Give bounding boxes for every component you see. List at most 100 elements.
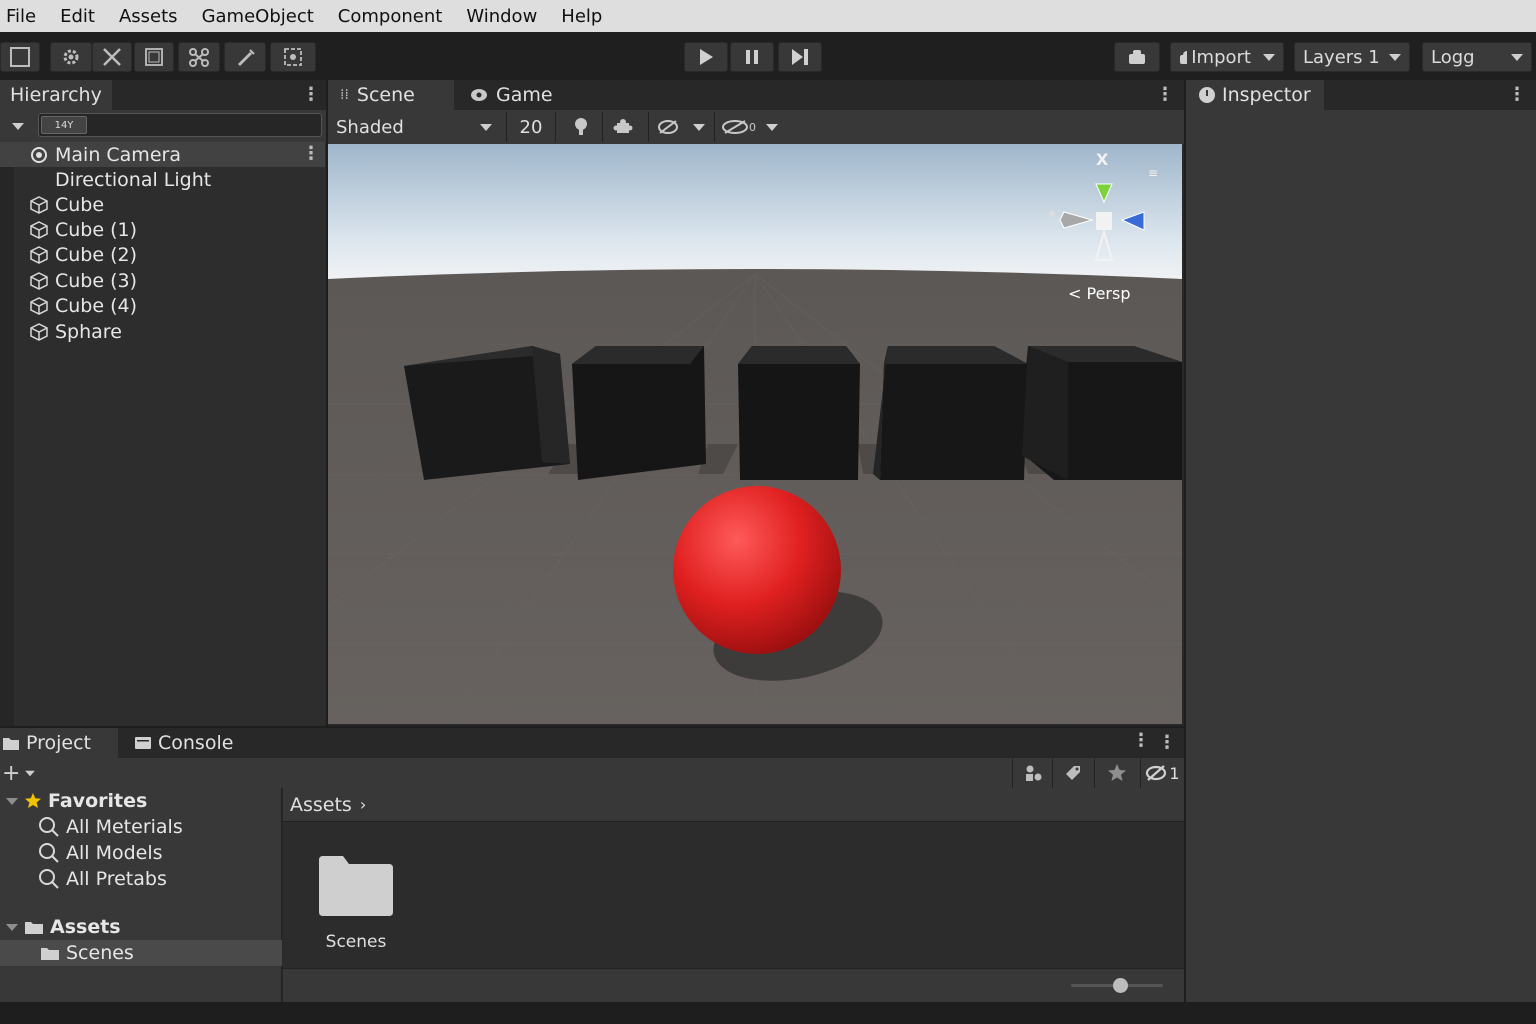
menu-file[interactable]: File [0,6,48,27]
status-bar [0,1002,1536,1024]
hierarchy-tab-label: Hierarchy [10,84,102,106]
hierarchy-item-label: Main Camera [55,143,181,166]
menu-assets[interactable]: Assets [107,6,190,27]
hierarchy-item-label: Directional Light [55,168,212,191]
more-options-icon[interactable]: ⋮ [1132,732,1150,750]
favorites-label: Favorites [48,790,148,812]
chevron-right-icon: › [359,795,367,814]
favorites-row[interactable]: Favorites [0,788,282,814]
settings-tool-button[interactable] [50,42,92,72]
scenes-folder-row[interactable]: Scenes [0,940,282,966]
grid-size-field[interactable]: 20 [506,112,556,142]
hierarchy-item-label: Cube (2) [55,243,138,266]
tab-hierarchy[interactable]: Hierarchy [0,80,112,110]
create-dropdown-icon[interactable] [12,123,24,130]
pause-button[interactable] [730,42,774,72]
hierarchy-item-cube-2[interactable]: Cube (2) [0,242,325,267]
folder-label: Scenes [66,942,134,964]
filter-by-type-button[interactable] [1012,758,1052,788]
hidden-objects-toggle[interactable]: 0 [714,112,780,142]
chevron-down-icon [1389,53,1401,61]
save-search-button[interactable] [1094,758,1138,788]
hierarchy-item-label: Cube (1) [55,218,138,241]
hierarchy-item-main-camera[interactable]: Main Camera ⋮ [0,142,325,167]
more-options-icon[interactable]: ⋮ [302,145,320,163]
favorite-all-materials[interactable]: All Meterials [38,814,183,840]
effects-toggle[interactable] [648,112,686,142]
brush-icon [238,49,255,66]
asset-item-label: Scenes [325,932,387,952]
menu-window[interactable]: Window [454,6,549,27]
import-dropdown[interactable]: Import [1170,42,1284,72]
hierarchy-item-directional-light[interactable]: Directional Light [0,167,325,192]
search-filter-badge[interactable]: 14Y [41,116,87,134]
rect-transform-icon [145,48,163,66]
hierarchy-item-cube[interactable]: Cube [0,192,325,217]
shading-mode-dropdown[interactable]: Shaded [328,112,500,142]
brush-tool-button[interactable] [224,42,266,72]
gizmo-menu-icon[interactable]: ≡ [1148,166,1158,180]
favorite-label: All Models [66,842,163,864]
scale-icon [189,48,209,67]
tab-console[interactable]: Console [124,728,244,758]
more-options-icon[interactable]: ⋮ [1508,86,1526,104]
layers-dropdown[interactable]: Layers 1 [1294,42,1410,72]
rect-tool-button[interactable] [134,42,174,72]
chevron-down-icon [693,123,705,131]
hierarchy-search-input[interactable]: 14Y [38,113,322,137]
move-tool-button[interactable] [92,42,132,72]
collab-button[interactable] [1114,42,1160,72]
tag-icon [1065,766,1080,780]
more-options-icon[interactable]: ⋮ [302,86,320,104]
favorite-all-models[interactable]: All Models [38,840,163,866]
visibility-count: 1 [1169,763,1180,783]
folder-icon [319,856,393,916]
tab-inspector[interactable]: Inspector [1186,80,1324,110]
hierarchy-item-cube-4[interactable]: Cube (4) [0,293,325,318]
assets-folder-row[interactable]: Assets [0,914,282,940]
scene-viewport[interactable]: X ≡ < Persp [328,144,1182,724]
menu-gameobject[interactable]: GameObject [190,6,326,27]
favorite-all-prefabs[interactable]: All Pretabs [38,866,167,892]
lighting-toggle[interactable] [562,112,600,142]
step-button[interactable] [778,42,822,72]
cube-1 [572,346,706,480]
breadcrumb: Assets › [283,788,1184,822]
main-toolbar: Import Layers 1 Logg [0,32,1536,80]
menu-help[interactable]: Help [549,6,614,27]
project-tab-label: Project [26,732,92,754]
visibility-toggle[interactable]: 1 [1140,758,1184,788]
add-asset-button[interactable]: + [2,760,40,786]
transform-tool-button[interactable] [270,42,316,72]
menu-component[interactable]: Component [326,6,455,27]
tab-project[interactable]: Project [0,728,118,758]
play-button[interactable] [684,42,728,72]
scene-header: ⁞⁞ Scene Game ⋮ [328,80,1184,110]
scale-tool-button[interactable] [178,42,220,72]
chevron-down-icon [6,797,18,805]
effects-dropdown[interactable] [686,112,712,142]
rect-select-tool-button[interactable] [0,42,40,72]
tab-scene[interactable]: ⁞⁞ Scene [328,80,454,110]
menu-edit[interactable]: Edit [48,6,107,27]
filter-by-label-button[interactable] [1052,758,1092,788]
cube-icon [30,296,48,315]
more-options-icon[interactable]: ⋮ [1158,734,1176,752]
tab-game[interactable]: Game [458,80,578,110]
layout-dropdown[interactable]: Logg [1422,42,1532,72]
projection-label[interactable]: < Persp [1068,284,1130,303]
hierarchy-item-sphere[interactable]: Sphare [0,319,325,344]
scene-panel: ⁞⁞ Scene Game ⋮ Shaded 20 0 X ≡ < Persp [328,80,1184,726]
breadcrumb-assets[interactable]: Assets [290,794,352,816]
orientation-gizmo[interactable]: X ≡ < Persp [1044,150,1158,310]
favorite-label: All Pretabs [66,868,167,890]
audio-toggle[interactable] [602,112,642,142]
more-options-icon[interactable]: ⋮ [1156,86,1174,104]
hierarchy-panel: Hierarchy ⋮ 14Y Main Camera ⋮ Directiona… [0,80,326,726]
hierarchy-item-cube-3[interactable]: Cube (3) [0,268,325,293]
grid-size-value: 20 [519,116,543,138]
slider-thumb[interactable] [1113,978,1128,993]
hierarchy-item-cube-1[interactable]: Cube (1) [0,217,325,242]
asset-item-scenes[interactable]: Scenes [303,846,409,962]
transform-icon [284,48,302,66]
